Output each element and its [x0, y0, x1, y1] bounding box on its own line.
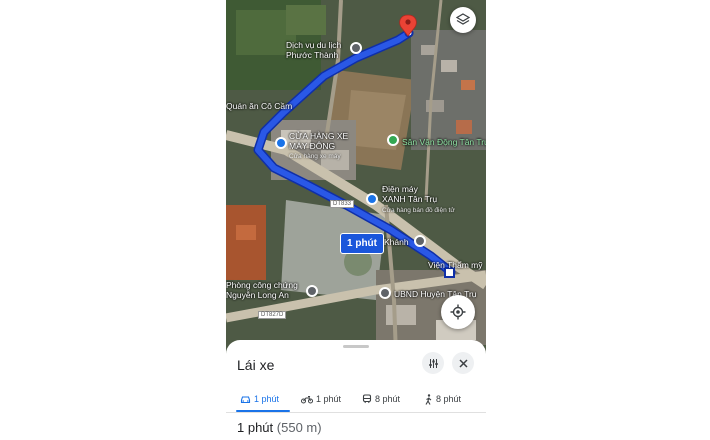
directions-bottom-sheet: Lái xe 1 phút 1 phút 8 phút 8 phút 1 phú…	[226, 340, 486, 440]
my-location-button[interactable]	[441, 295, 475, 329]
tab-walk-label: 8 phút	[436, 394, 462, 404]
route-time-badge[interactable]: 1 phút	[340, 233, 384, 254]
map-sublabel-cua-hang: Cửa hàng xe máy	[289, 153, 341, 160]
phone-screen: Dịch vụ du lịch Phước Thành Quán ăn Cô C…	[226, 0, 486, 440]
drag-handle[interactable]	[343, 345, 369, 348]
map-label-phong-cong-chung[interactable]: Phòng công chứng Nguyễn Long An	[226, 280, 298, 300]
tab-motorbike-label: 1 phút	[316, 394, 342, 404]
layers-icon	[456, 13, 470, 25]
map-label-san-van-dong[interactable]: Sân Vận Động Tân Trụ	[402, 137, 486, 147]
tab-car-label: 1 phút	[254, 394, 280, 404]
map-label-text: Dịch vụ du lịch Phước Thành	[286, 40, 342, 60]
map-view[interactable]: Dịch vụ du lịch Phước Thành Quán ăn Cô C…	[226, 0, 486, 355]
office-marker-icon[interactable]	[306, 285, 318, 297]
map-label-khanh[interactable]: Khánh	[384, 237, 409, 247]
travel-mode-tabs: 1 phút 1 phút 8 phút 8 phút	[226, 384, 486, 413]
active-tab-indicator	[236, 410, 290, 412]
close-icon	[458, 358, 468, 368]
tab-motorbike[interactable]: 1 phút	[301, 388, 341, 410]
map-label-text: Phòng công chứng Nguyễn Long An	[226, 280, 298, 300]
map-label-cua-hang[interactable]: CỬA HÀNG XE MÁY ĐÔNG	[289, 131, 348, 151]
poi-marker-icon[interactable]	[414, 235, 426, 247]
map-label-vien-tham-my[interactable]: Viện Thẩm mỹ	[428, 260, 483, 270]
my-location-icon	[450, 304, 466, 320]
map-label-text: Điện máy XANH Tân Trụ	[382, 184, 438, 204]
close-button[interactable]	[452, 352, 474, 374]
map-sublabel-dien-may: Cửa hàng bán đồ điện tử	[382, 207, 455, 214]
transit-icon	[362, 394, 372, 404]
sliders-icon	[428, 358, 438, 368]
tab-transit-label: 8 phút	[375, 394, 401, 404]
electronics-marker-icon[interactable]	[366, 193, 378, 205]
motorbike-icon	[301, 395, 313, 403]
park-marker-icon[interactable]	[387, 134, 399, 146]
map-label-dien-may[interactable]: Điện máy XANH Tân Trụ	[382, 184, 437, 204]
map-label-text: CỬA HÀNG XE MÁY ĐÔNG	[289, 131, 349, 151]
tab-transit[interactable]: 8 phút	[362, 388, 400, 410]
travel-mode-title: Lái xe	[237, 357, 275, 373]
road-tag-dt833: DT833	[330, 200, 355, 208]
car-icon	[240, 395, 251, 403]
road-tag-dt827d: DT827D	[258, 311, 287, 319]
poi-marker-icon[interactable]	[350, 42, 362, 54]
map-label-quan-an[interactable]: Quán ăn Cô Cầm	[226, 101, 292, 111]
government-marker-icon[interactable]	[379, 287, 391, 299]
route-summary[interactable]: 1 phút (550 m)	[237, 420, 322, 435]
layers-button[interactable]	[450, 7, 476, 33]
summary-time: 1 phút	[237, 420, 274, 435]
tab-car[interactable]: 1 phút	[240, 388, 279, 410]
tab-walk[interactable]: 8 phút	[424, 388, 461, 410]
store-marker-icon[interactable]	[275, 137, 287, 149]
map-label-dich-vu[interactable]: Dịch vụ du lịch Phước Thành	[286, 40, 341, 60]
route-options-button[interactable]	[422, 352, 444, 374]
summary-distance: (550 m)	[276, 420, 322, 435]
walk-icon	[425, 393, 432, 405]
